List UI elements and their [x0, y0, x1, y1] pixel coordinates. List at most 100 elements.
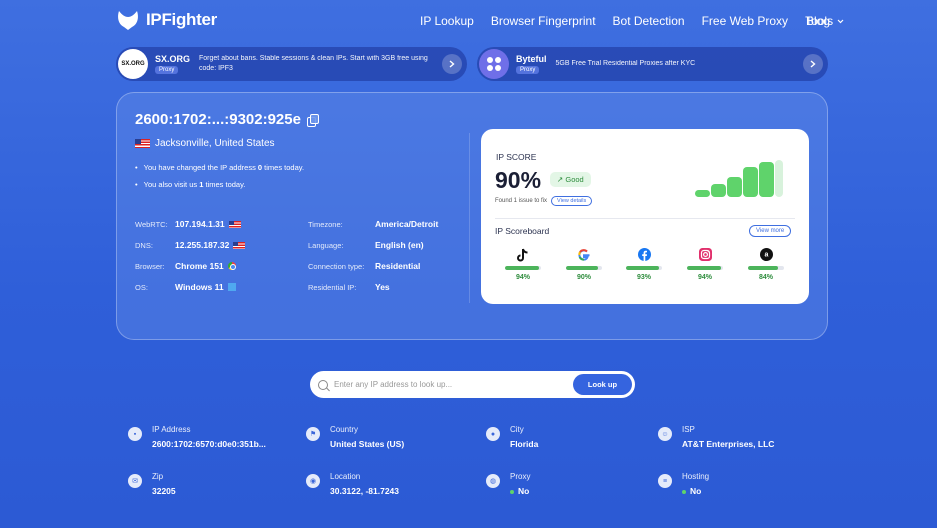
status-dot: [682, 489, 686, 494]
visit-note: You also visit us 1 times today.: [135, 176, 304, 193]
score-value: 90%: [495, 167, 542, 193]
ip-score-card: IP SCORE 90% ↗ Good Found 1 issue to fix…: [481, 129, 809, 304]
detail-location: ◉ Location 30.3122, -81.7243: [306, 472, 399, 496]
detail-zip: ✉ Zip 32205: [128, 472, 176, 496]
score-bar: [687, 266, 723, 270]
us-flag-icon: [228, 220, 241, 228]
server-icon: ≡: [658, 474, 672, 488]
timezone-row: Timezone: America/Detroit: [308, 219, 439, 229]
score-signal-bar: [759, 162, 774, 197]
ip-search-input[interactable]: [334, 380, 564, 389]
score-percent: 94%: [515, 274, 530, 281]
nav-ip-lookup[interactable]: IP Lookup: [420, 14, 474, 28]
chevron-right-icon[interactable]: [442, 54, 462, 74]
chevron-down-icon: [837, 19, 844, 23]
nav-blog[interactable]: Blog: [806, 14, 830, 28]
logo-mark-icon: [118, 11, 138, 30]
divider: [495, 218, 795, 219]
tiktok-icon: [503, 247, 543, 262]
score-google: 90%: [564, 247, 604, 281]
score-signal-bar: [775, 160, 783, 197]
amazon-icon: a: [746, 247, 786, 262]
ip-search-bar: Look up: [310, 371, 635, 398]
promo-text: 5GB Free Trial Residential Proxies after…: [555, 60, 696, 67]
flag-icon: ⚑: [306, 427, 320, 441]
issue-note: Found 1 issue to fix View details: [495, 196, 593, 206]
detail-country: ⚑ Country United States (US): [306, 425, 404, 449]
byteful-logo-icon: [479, 49, 509, 79]
score-amazon: a 84%: [746, 247, 786, 281]
score-bar: [748, 266, 784, 270]
mailbox-icon: ✉: [128, 474, 142, 488]
us-flag-icon: [135, 139, 150, 148]
detail-ip-address: ▪ IP Address 2600:1702:6570:d0e0:351b...: [128, 425, 266, 449]
promo-name: SX.ORG: [155, 54, 191, 64]
detail-isp: ☺ ISP AT&T Enterprises, LLC: [658, 425, 774, 449]
score-instagram: 94%: [685, 247, 725, 281]
copy-icon[interactable]: [306, 113, 319, 127]
language-row: Language: English (en): [308, 240, 424, 250]
detail-hosting: ≡ Hosting No: [658, 472, 709, 496]
score-bar: [505, 266, 541, 270]
chevron-right-icon[interactable]: [803, 54, 823, 74]
score-facebook: 93%: [624, 247, 664, 281]
nav-bot-detection[interactable]: Bot Detection: [613, 14, 685, 28]
score-percent: 84%: [758, 274, 773, 281]
look-up-button[interactable]: Look up: [573, 374, 632, 395]
windows-icon: [227, 283, 236, 291]
google-icon: [564, 247, 604, 262]
logo[interactable]: IPFighter: [116, 9, 217, 31]
score-bars: [695, 160, 795, 197]
score-bar: [626, 266, 662, 270]
person-icon: ☺: [658, 427, 672, 441]
sxorg-logo: SX.ORG: [118, 49, 148, 79]
globe-icon: ◍: [486, 474, 500, 488]
instagram-icon: [685, 247, 725, 262]
score-percent: 90%: [576, 274, 591, 281]
score-signal-bar: [743, 167, 758, 197]
promo-badge: Proxy: [516, 66, 540, 74]
ip-address-title: 2600:1702:...:9302:925e: [135, 111, 301, 128]
status-dot: [510, 489, 514, 494]
status-badge: ↗ Good: [550, 172, 591, 187]
svg-text:a: a: [764, 252, 768, 259]
id-card-icon: ▪: [128, 427, 142, 441]
score-bar: [566, 266, 602, 270]
os-row: OS: Windows 11: [135, 282, 236, 292]
webrtc-row: WebRTC: 107.194.1.31: [135, 219, 241, 229]
nav-browser-fingerprint[interactable]: Browser Fingerprint: [491, 14, 596, 28]
score-signal-bar: [727, 177, 742, 197]
view-more-button[interactable]: View more: [749, 225, 792, 237]
location-pin-icon: ◉: [306, 474, 320, 488]
brand-name: IPFighter: [146, 10, 217, 29]
score-label: IP SCORE: [496, 152, 537, 162]
score-tiktok: 94%: [503, 247, 543, 281]
facebook-icon: [624, 247, 664, 262]
residential-ip-row: Residential IP: Yes: [308, 282, 390, 292]
divider: [469, 133, 470, 303]
visit-notes: You have changed the IP address 0 times …: [135, 159, 304, 193]
connection-type-row: Connection type: Residential: [308, 261, 421, 271]
nav-free-web-proxy[interactable]: Free Web Proxy: [702, 14, 788, 28]
score-percent: 93%: [636, 274, 651, 281]
promo-name: Byteful: [516, 54, 547, 64]
promo-text: Forget about bans. Stable sessions & cle…: [199, 55, 428, 72]
us-flag-icon: [233, 241, 246, 249]
promo-sxorg[interactable]: SX.ORG SX.ORG Proxy Forget about bans. S…: [116, 47, 467, 81]
score-signal-bar: [695, 190, 710, 197]
location-text: Jacksonville, United States: [155, 138, 275, 149]
scoreboard-label: IP Scoreboard: [495, 226, 550, 236]
browser-row: Browser: Chrome 151: [135, 261, 236, 271]
map-pin-icon: ●: [486, 427, 500, 441]
chrome-icon: [227, 262, 236, 270]
score-signal-bar: [711, 184, 726, 197]
score-percent: 94%: [697, 274, 712, 281]
ip-change-note: You have changed the IP address 0 times …: [135, 159, 304, 176]
top-nav: IPFighter IP Lookup Browser Fingerprint …: [0, 0, 937, 42]
dns-row: DNS: 12.255.187.32: [135, 240, 246, 250]
search-icon: [318, 379, 328, 390]
promo-badge: Proxy: [155, 66, 179, 74]
view-details-button[interactable]: View details: [551, 196, 593, 206]
detail-city: ● City Florida: [486, 425, 538, 449]
promo-byteful[interactable]: Byteful Proxy 5GB Free Trial Residential…: [477, 47, 828, 81]
